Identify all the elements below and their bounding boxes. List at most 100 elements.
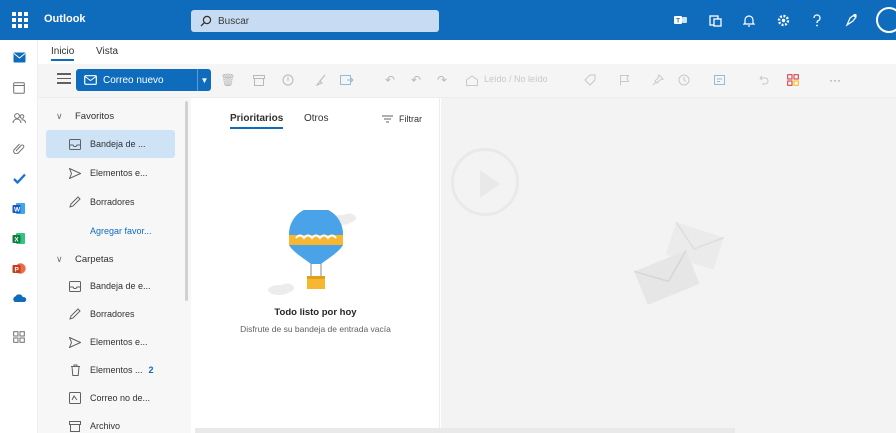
delete-icon[interactable]: 🗑 (220, 72, 236, 88)
archive-icon (68, 419, 82, 433)
read-unread-icon[interactable] (464, 72, 480, 88)
more-icon[interactable]: ··· (827, 72, 843, 88)
teams-icon[interactable]: T (668, 7, 694, 33)
junk-icon (68, 391, 82, 405)
folder-label: Borradores (90, 197, 135, 207)
chevron-down-icon: ∨ (56, 111, 63, 121)
sent-icon (68, 166, 82, 180)
favorite-item-drafts[interactable]: Borradores (46, 188, 175, 216)
app-launcher-icon[interactable] (12, 12, 28, 28)
folders-header[interactable]: ∨ Carpetas (56, 254, 114, 265)
onedrive-icon[interactable] (11, 290, 27, 306)
search-input[interactable] (218, 12, 418, 30)
folder-item-archive[interactable]: Archivo (46, 412, 175, 433)
notifications-icon[interactable] (736, 7, 762, 33)
sent-icon (68, 335, 82, 349)
new-mail-button[interactable]: Correo nuevo ▼ (76, 69, 211, 91)
inbox-icon (68, 137, 82, 151)
app-title[interactable]: Outlook (44, 13, 86, 25)
empty-state-subtitle: Disfrute de su bandeja de entrada vacía (240, 324, 391, 334)
chevron-down-icon[interactable]: ▼ (197, 69, 211, 91)
folder-label: Bandeja de ... (90, 139, 146, 149)
ribbon-tabs: Inicio Vista (38, 40, 896, 64)
command-toolbar: Correo nuevo ▼ 🗑 ↶ ↶ ↷ Leído / No leído … (38, 64, 896, 98)
my-day-icon[interactable] (702, 7, 728, 33)
envelopes-illustration (634, 221, 725, 305)
top-bar-actions: T (660, 0, 896, 40)
feedback-icon[interactable] (838, 7, 864, 33)
add-favorite-link[interactable]: Agregar favor... (46, 217, 175, 245)
todo-icon[interactable] (11, 170, 27, 186)
reply-icon[interactable]: ↶ (382, 72, 398, 88)
snooze-icon[interactable] (676, 72, 692, 88)
filter-label: Filtrar (399, 114, 422, 124)
mail-icon[interactable] (11, 49, 27, 65)
folder-item-deleted[interactable]: Elementos ... 2 (46, 356, 175, 384)
people-icon[interactable] (11, 110, 27, 126)
unread-count-badge: 2 (148, 365, 154, 375)
tab-vista[interactable]: Vista (96, 46, 118, 57)
tab-prioritarios[interactable]: Prioritarios (230, 113, 284, 129)
folder-label: Archivo (90, 421, 121, 431)
settings-icon[interactable] (770, 7, 796, 33)
folder-label: Correo no de... (90, 393, 151, 403)
svg-text:X: X (14, 236, 19, 243)
folders-label: Carpetas (75, 254, 114, 265)
pin-icon[interactable] (650, 72, 666, 88)
app-rail: W X P (0, 40, 38, 433)
hot-air-balloon-illustration (268, 210, 356, 295)
filter-button[interactable]: Filtrar (382, 114, 422, 124)
account-avatar[interactable] (876, 7, 896, 33)
undo-icon[interactable] (755, 72, 771, 88)
new-mail-label: Correo nuevo (103, 74, 164, 86)
apps-icon[interactable] (785, 72, 801, 88)
archive-icon[interactable] (251, 72, 267, 88)
folder-label: Elementos ... (90, 365, 143, 375)
reply-all-icon[interactable]: ↶ (408, 72, 424, 88)
sweep-icon[interactable] (313, 72, 329, 88)
chevron-down-icon: ∨ (56, 254, 63, 264)
move-to-icon[interactable] (339, 72, 355, 88)
folder-item-sent[interactable]: Elementos e... (46, 328, 175, 356)
drafts-icon (68, 195, 82, 209)
add-favorite-label: Agregar favor... (90, 226, 152, 236)
tab-otros[interactable]: Otros (304, 113, 328, 124)
excel-icon[interactable]: X (11, 230, 27, 246)
favorites-label: Favoritos (75, 111, 115, 122)
deleted-icon (68, 363, 82, 377)
read-unread-button[interactable]: Leído / No leído (484, 74, 548, 84)
svg-text:T: T (676, 19, 680, 25)
hamburger-menu-icon[interactable] (57, 73, 71, 87)
folder-pane: ∨ Favoritos Bandeja de ... Elementos e..… (38, 98, 191, 433)
help-icon[interactable] (804, 7, 830, 33)
empty-state-title: Todo listo por hoy (274, 307, 357, 318)
folder-item-junk[interactable]: Correo no de... (46, 384, 175, 412)
calendar-icon[interactable] (11, 80, 27, 96)
tag-icon[interactable] (582, 72, 598, 88)
inbox-icon (68, 279, 82, 293)
tab-inicio[interactable]: Inicio (51, 46, 75, 61)
filter-icon (382, 115, 393, 123)
folder-label: Elementos e... (90, 337, 148, 347)
favorites-header[interactable]: ∨ Favoritos (56, 111, 114, 122)
svg-text:W: W (14, 206, 21, 213)
folder-label: Borradores (90, 309, 135, 319)
favorite-item-inbox[interactable]: Bandeja de ... (46, 130, 175, 158)
powerpoint-icon[interactable]: P (11, 260, 27, 276)
folder-pane-scrollbar[interactable] (185, 101, 188, 301)
search-box[interactable] (191, 10, 439, 32)
attachments-icon[interactable] (11, 140, 27, 156)
play-icon[interactable] (451, 148, 519, 216)
folder-item-drafts[interactable]: Borradores (46, 300, 175, 328)
flag-icon[interactable] (616, 72, 632, 88)
report-icon[interactable] (280, 72, 296, 88)
word-icon[interactable]: W (11, 200, 27, 216)
forward-icon[interactable]: ↷ (434, 72, 450, 88)
more-apps-icon[interactable] (11, 329, 27, 345)
folder-label: Elementos e... (90, 168, 148, 178)
tab-label: Prioritarios (230, 113, 284, 124)
rules-icon[interactable] (712, 72, 728, 88)
favorite-item-sent[interactable]: Elementos e... (46, 159, 175, 187)
message-list: Prioritarios Otros Filtrar Todo listo po… (191, 98, 440, 433)
folder-item-inbox[interactable]: Bandeja de e... (46, 272, 175, 300)
